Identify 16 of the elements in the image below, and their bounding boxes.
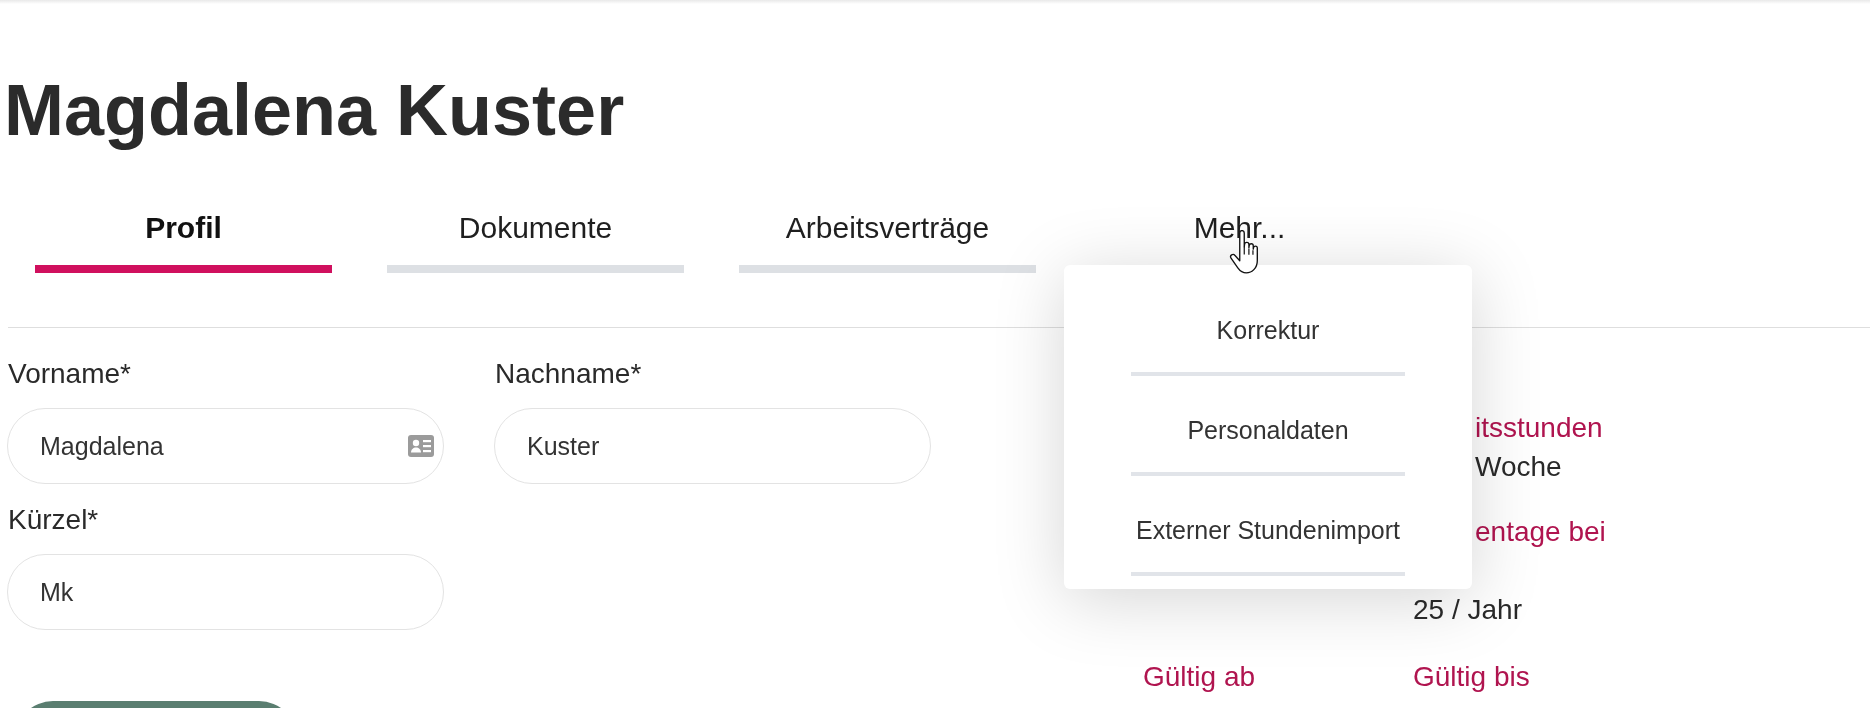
detail-value: 25 / Jahr	[1413, 593, 1522, 627]
detail-label: Gültig bis	[1413, 660, 1530, 694]
detail-label: entage bei	[1475, 515, 1606, 549]
tab[interactable]: Arbeitsverträge	[739, 210, 1036, 273]
detail-label: itsstunden	[1475, 411, 1603, 445]
menu-item[interactable]: Externer Stundenimport	[1131, 476, 1405, 576]
tab[interactable]: Dokumente	[387, 210, 684, 273]
menu-item[interactable]: Personaldaten	[1131, 376, 1405, 476]
tab[interactable]: Profil	[35, 210, 332, 273]
field-label: Kürzel*	[8, 503, 99, 537]
contact-card-icon	[408, 435, 434, 457]
field-label: Vorname*	[8, 357, 131, 391]
detail-label: Gültig ab	[1143, 660, 1256, 694]
detail-value: Woche	[1475, 450, 1562, 484]
menu-item[interactable]: Korrektur	[1131, 276, 1405, 376]
field-label: Nachname*	[495, 357, 642, 391]
